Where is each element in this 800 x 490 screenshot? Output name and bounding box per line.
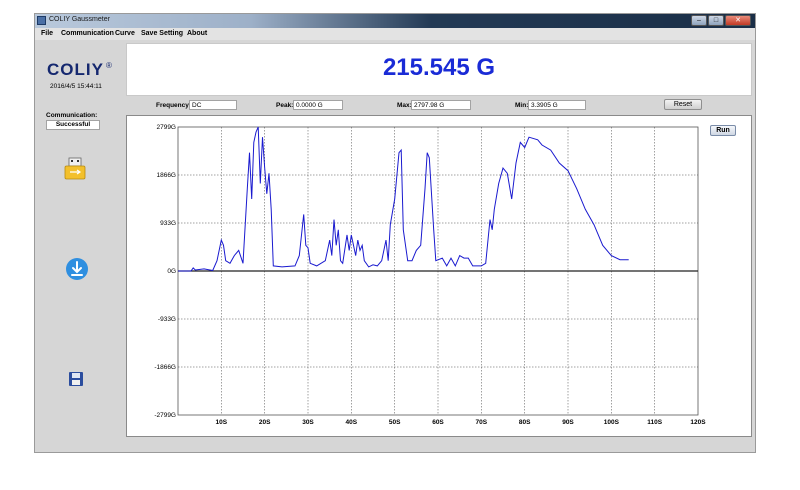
x-tick-label: 50S — [389, 419, 401, 426]
datetime-display: 2016/4/5 15:44:11 — [50, 83, 102, 90]
app-icon — [37, 16, 46, 25]
y-tick-label: -2799G — [154, 412, 176, 419]
menu-file[interactable]: File — [41, 30, 53, 37]
x-tick-label: 10S — [216, 419, 228, 426]
x-tick-label: 40S — [346, 419, 358, 426]
x-tick-label: 90S — [562, 419, 574, 426]
close-button[interactable]: ✕ — [725, 15, 751, 26]
reset-button[interactable]: Reset — [664, 99, 702, 110]
menu-save-setting[interactable]: Save Setting — [141, 30, 183, 37]
y-tick-label: 933G — [160, 220, 176, 227]
x-tick-label: 70S — [476, 419, 488, 426]
x-tick-label: 80S — [519, 419, 531, 426]
y-tick-label: 1866G — [156, 172, 176, 179]
reading-panel: 215.545 G — [126, 43, 752, 96]
y-tick-label: -933G — [158, 316, 176, 323]
x-tick-label: 120S — [690, 419, 706, 426]
chart-panel: 10S 20S 30S 40S 50S 60S 70S 80S 90S 100S 110S 120S 2… — [126, 115, 752, 437]
usb-drive-icon[interactable] — [62, 156, 88, 182]
y-tick-label: 2799G — [156, 124, 176, 131]
minimize-button[interactable]: – — [691, 15, 707, 26]
x-tick-label: 110S — [647, 419, 662, 426]
maximize-button[interactable]: □ — [708, 15, 724, 26]
menu-communication[interactable]: Communication — [61, 30, 114, 37]
max-field: 2797.98 G — [411, 100, 471, 110]
coliy-logo: COLIY ® — [47, 60, 113, 80]
menu-about[interactable]: About — [187, 30, 207, 37]
registered-mark: ® — [105, 61, 113, 71]
menu-bar: File Communication Curve Save Setting Ab… — [35, 28, 755, 40]
max-label: Max: — [397, 102, 412, 109]
window-title: COLIY Gaussmeter — [49, 16, 110, 23]
field-chart: 10S 20S 30S 40S 50S 60S 70S 80S 90S 100S 110S 120S 2… — [154, 124, 706, 426]
peak-label: Peak: — [276, 102, 294, 109]
x-tick-label: 100S — [604, 419, 620, 426]
menu-curve[interactable]: Curve — [115, 30, 135, 37]
communication-label: Communication: — [46, 112, 98, 119]
frequency-label: Frequency: — [156, 102, 192, 109]
title-bar: COLIY Gaussmeter – □ ✕ — [35, 14, 755, 28]
communication-status: Successful — [46, 120, 100, 130]
x-tick-label: 20S — [259, 419, 271, 426]
min-label: Min: — [515, 102, 529, 109]
y-tick-label: 0G — [167, 268, 176, 275]
download-icon[interactable] — [65, 257, 89, 281]
app-window: COLIY Gaussmeter – □ ✕ File Communicatio… — [34, 13, 756, 453]
run-button[interactable]: Run — [710, 125, 736, 136]
peak-field: 0.0000 G — [293, 100, 343, 110]
min-field: 3.3905 G — [528, 100, 586, 110]
logo-text: COLIY — [47, 60, 104, 79]
x-tick-label: 60S — [432, 419, 444, 426]
x-tick-label: 30S — [302, 419, 314, 426]
floppy-save-icon[interactable] — [68, 371, 84, 387]
y-tick-label: -1866G — [154, 364, 176, 371]
frequency-field: DC — [189, 100, 237, 110]
field-reading: 215.545 G — [382, 54, 496, 81]
